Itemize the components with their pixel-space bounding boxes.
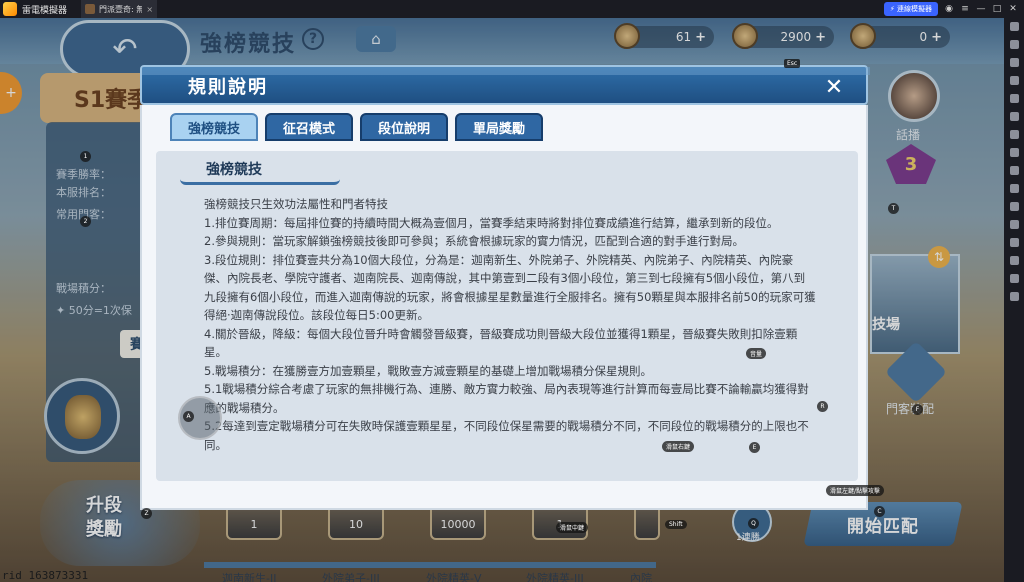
account-icon[interactable]: ◉ [944, 4, 954, 14]
key-hint-c: C [874, 506, 885, 517]
key-hint-e: E [749, 442, 760, 453]
volume-down-icon[interactable] [1009, 58, 1019, 67]
rules-content[interactable]: 強榜競技 強榜競技只生效功法屬性和門者特技 1.排位賽周期：每屆排位賽的持續時間… [156, 151, 858, 481]
section-title: 強榜競技 [206, 162, 262, 178]
keyboard-icon[interactable] [1009, 22, 1019, 31]
rules-tabs: 強榜競技 征召模式 段位說明 單局獎勵 [170, 113, 544, 141]
emulator-titlebar: 雷電模擬器 門派壹奇: 無... × ⚡ 連線模擬器 ◉ ≡ — □ ✕ [0, 0, 1024, 18]
rules-paragraph-7: 5.2每達到壹定戰場積分可在失敗時保護壹顆星星，不同段位保星需要的戰場積分不同，… [204, 419, 809, 452]
rules-paragraph-6: 5.1戰場積分綜合考慮了玩家的無排機行為、連勝、敵方實力較強、局內表現等進行計算… [204, 382, 809, 415]
emulator-controls: ⚡ 連線模擬器 ◉ ≡ — □ ✕ [883, 2, 1018, 16]
emulator-tab-label: 門派壹奇: 無... [99, 4, 143, 14]
key-hint-1: 1 [80, 151, 91, 162]
key-hint-2: 2 [80, 216, 91, 227]
rules-paragraph-1: 1.排位賽周期：每屆排位賽的持續時間大概為壹個月，當賽季結束時將對排位賽成績進行… [204, 215, 779, 230]
sync-icon[interactable] [1009, 184, 1019, 193]
menu-icon[interactable]: ≡ [960, 4, 970, 14]
key-hint-z: Z [141, 508, 152, 519]
more-icon[interactable] [1009, 292, 1019, 301]
emulator-app-name: 雷電模擬器 [22, 5, 68, 16]
tab-match-rewards[interactable]: 單局獎勵 [455, 113, 544, 141]
video-icon[interactable] [1009, 220, 1019, 229]
close-window-icon[interactable]: ✕ [1008, 4, 1018, 14]
location-icon[interactable] [1009, 274, 1019, 283]
emulator-toolbar [1004, 18, 1024, 582]
shake-icon[interactable] [1009, 202, 1019, 211]
rules-paragraph-2: 2.參與規則：當玩家解鎖強榜競技後即可參與；系統會根據玩家的實力情況，匹配到合適… [204, 234, 744, 248]
minimize-icon[interactable]: — [976, 4, 986, 14]
close-modal-button[interactable]: ✕ [822, 75, 846, 100]
screen-icon[interactable] [1009, 76, 1019, 85]
game-canvas: ↶ 強榜競技 ? ⌂ 61 + 2900 + 0 + S1賽季 + 賽季勝率： … [0, 18, 1004, 582]
section-swoosh-decoration [180, 179, 340, 185]
key-hint-f: F [912, 404, 923, 415]
sync-emulator-button[interactable]: ⚡ 連線模擬器 [883, 2, 938, 16]
key-hint-middle-mouse: 滑鼠中鍵 [556, 522, 589, 533]
screenshot-icon[interactable] [1009, 112, 1019, 121]
key-hint-right-mouse: 滑鼠右鍵 [662, 441, 695, 452]
volume-up-icon[interactable] [1009, 40, 1019, 49]
record-icon[interactable] [1009, 130, 1019, 139]
key-hint-volume: 音量 [746, 348, 767, 359]
tab-ranked-arena[interactable]: 強榜競技 [170, 113, 259, 141]
folder-icon[interactable] [1009, 238, 1019, 247]
tab-draft-mode[interactable]: 征召模式 [265, 113, 354, 141]
key-hint-shift: Shift [665, 520, 687, 529]
rules-paragraph-5: 5.戰場積分：在獲勝壹方加壹顆星，戰敗壹方減壹顆星的基礎上增加戰場積分保星規則。 [204, 363, 652, 378]
tab-rank-info[interactable]: 段位說明 [360, 113, 449, 141]
emulator-logo-icon [3, 2, 17, 16]
folder-share-icon[interactable] [1009, 256, 1019, 265]
key-hint-attack: 滑鼠左鍵/點擊攻擊 [826, 485, 885, 496]
key-hint-r: R [817, 401, 828, 412]
emulator-tab-game[interactable]: 門派壹奇: 無... × [81, 0, 158, 18]
rules-paragraph-0: 強榜競技只生效功法屬性和門者特技 [204, 197, 388, 211]
esc-key-hint: Esc [784, 59, 801, 68]
game-tab-icon [85, 4, 96, 14]
close-tab-icon[interactable]: × [146, 5, 153, 14]
rules-text: 強榜競技只生效功法屬性和門者特技 1.排位賽周期：每屆排位賽的持續時間大概為壹個… [204, 195, 816, 477]
rules-paragraph-4: 4.關於晉級，降級：每個大段位晉升時會觸發晉級賽，晉級賽成功則晉級大段位並獲得1… [204, 326, 798, 360]
scissors-icon[interactable] [1009, 166, 1019, 175]
apk-icon[interactable] [1009, 148, 1019, 157]
modal-header: 規則說明 ✕ Esc [140, 59, 870, 105]
key-hint-t: T [888, 203, 899, 214]
fullscreen-icon[interactable] [1009, 94, 1019, 103]
maximize-icon[interactable]: □ [992, 4, 1002, 14]
modal-title: 規則說明 [188, 77, 268, 98]
key-hint-a: A [183, 411, 194, 422]
key-hint-q: Q [748, 518, 759, 529]
rules-paragraph-3: 3.段位規則：排位賽壹共分為10個大段位，分為是：迦南新生、外院弟子、外院精英、… [204, 252, 816, 323]
